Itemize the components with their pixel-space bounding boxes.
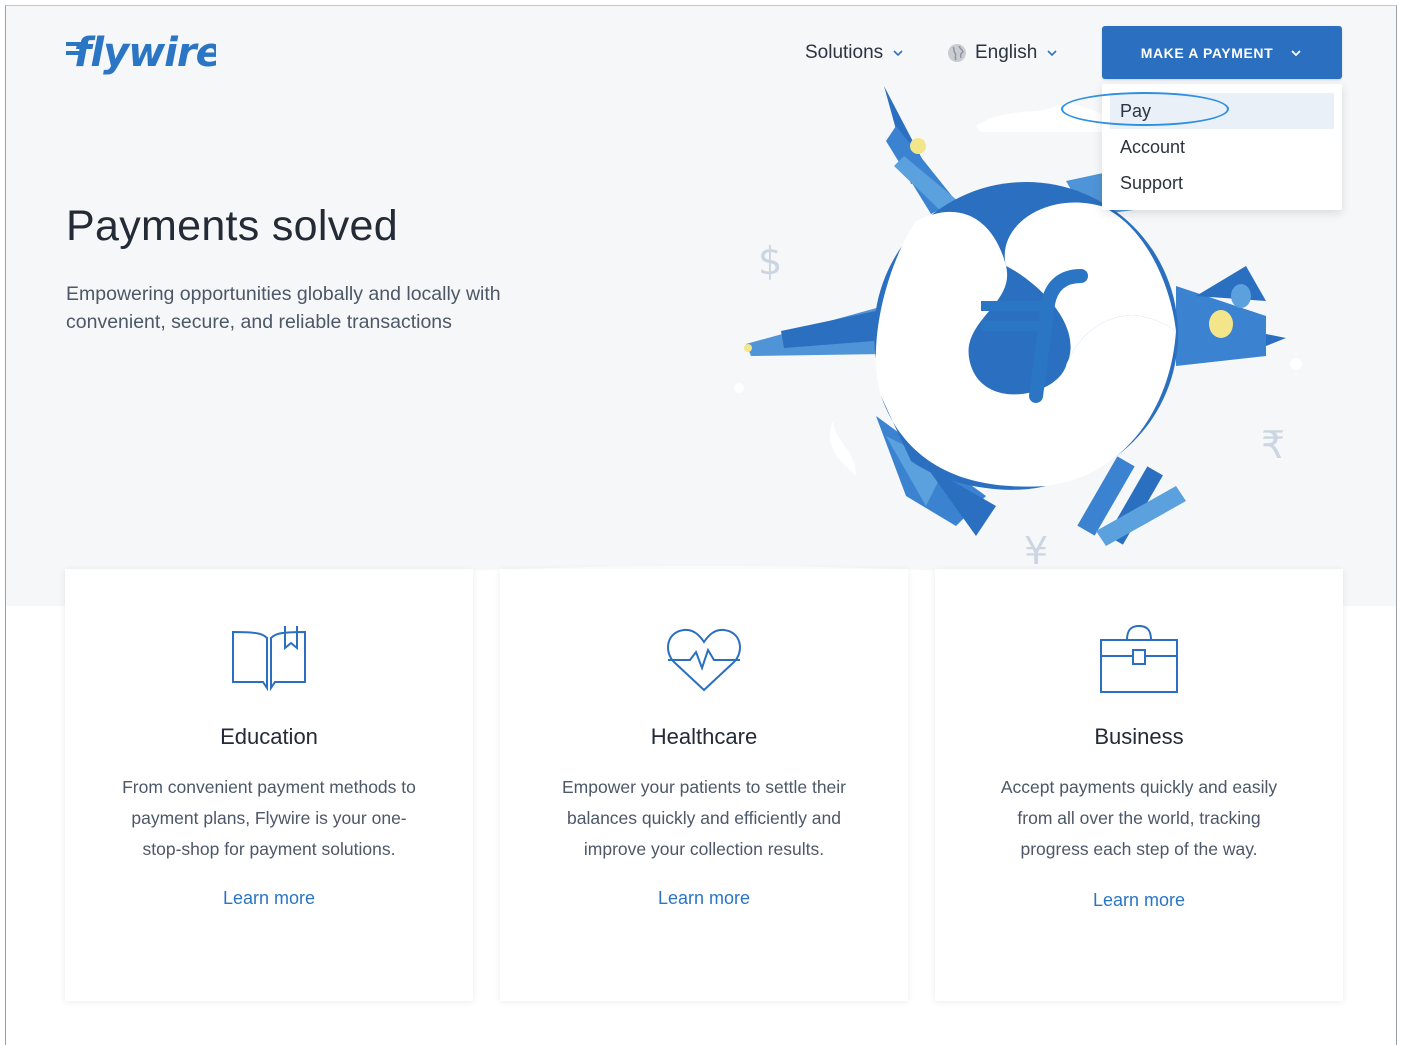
dollar-symbol: $ (758, 239, 782, 283)
card-description: From convenient payment methods to payme… (122, 777, 416, 859)
logo-text: flywire (74, 30, 216, 76)
card-title: Healthcare (650, 724, 758, 749)
open-book-icon (232, 626, 306, 692)
learn-more-link[interactable]: Learn more (1093, 890, 1185, 911)
briefcase-icon (1100, 624, 1178, 693)
rupee-symbol: ₹ (1261, 423, 1285, 467)
yen-symbol: ¥ (1024, 529, 1048, 566)
heart-pulse-icon (667, 628, 741, 692)
flywire-logo-mark: flywire (66, 30, 216, 76)
hero-subtitle: Empowering opportunities globally and lo… (66, 283, 501, 333)
nav-language-label: English (975, 42, 1038, 63)
page: flywire Solutions English MAKE A PAYMENT… (5, 5, 1397, 1045)
learn-more-link[interactable]: Learn more (223, 888, 315, 909)
nav-solutions-label: Solutions (805, 42, 884, 63)
flywire-logo[interactable]: flywire (66, 28, 216, 80)
chevron-down-icon (1047, 50, 1057, 57)
highlight-ring (1061, 92, 1229, 126)
card-title: Business (1094, 724, 1184, 749)
big-ben-tower (884, 86, 964, 216)
learn-more-link[interactable]: Learn more (658, 888, 750, 909)
dropdown-item-support[interactable]: Support (1102, 165, 1342, 201)
make-a-payment-label: MAKE A PAYMENT (1140, 44, 1274, 61)
dropdown-item-account[interactable]: Account (1102, 129, 1342, 165)
nav-solutions[interactable]: Solutions (805, 42, 905, 64)
card-business: Business Accept payments quickly and eas… (935, 569, 1343, 1001)
globe-icon (948, 44, 966, 62)
card-education: Education From convenient payment method… (65, 569, 473, 1001)
card-title: Education (220, 724, 318, 749)
st-basil-cathedral (1176, 266, 1286, 366)
card-description: Empower your patients to settle their ba… (561, 777, 847, 859)
chevron-down-icon (893, 50, 903, 57)
card-healthcare: Healthcare Empower your patients to sett… (500, 569, 908, 1001)
card-description: Accept payments quickly and easily from … (1000, 777, 1278, 859)
nav-language[interactable]: English (947, 42, 1059, 64)
hero-title: Payments solved (66, 202, 398, 250)
solution-cards: Education From convenient payment method… (65, 569, 1343, 1001)
statue-of-liberty (744, 304, 891, 356)
chevron-down-icon (1291, 49, 1301, 56)
